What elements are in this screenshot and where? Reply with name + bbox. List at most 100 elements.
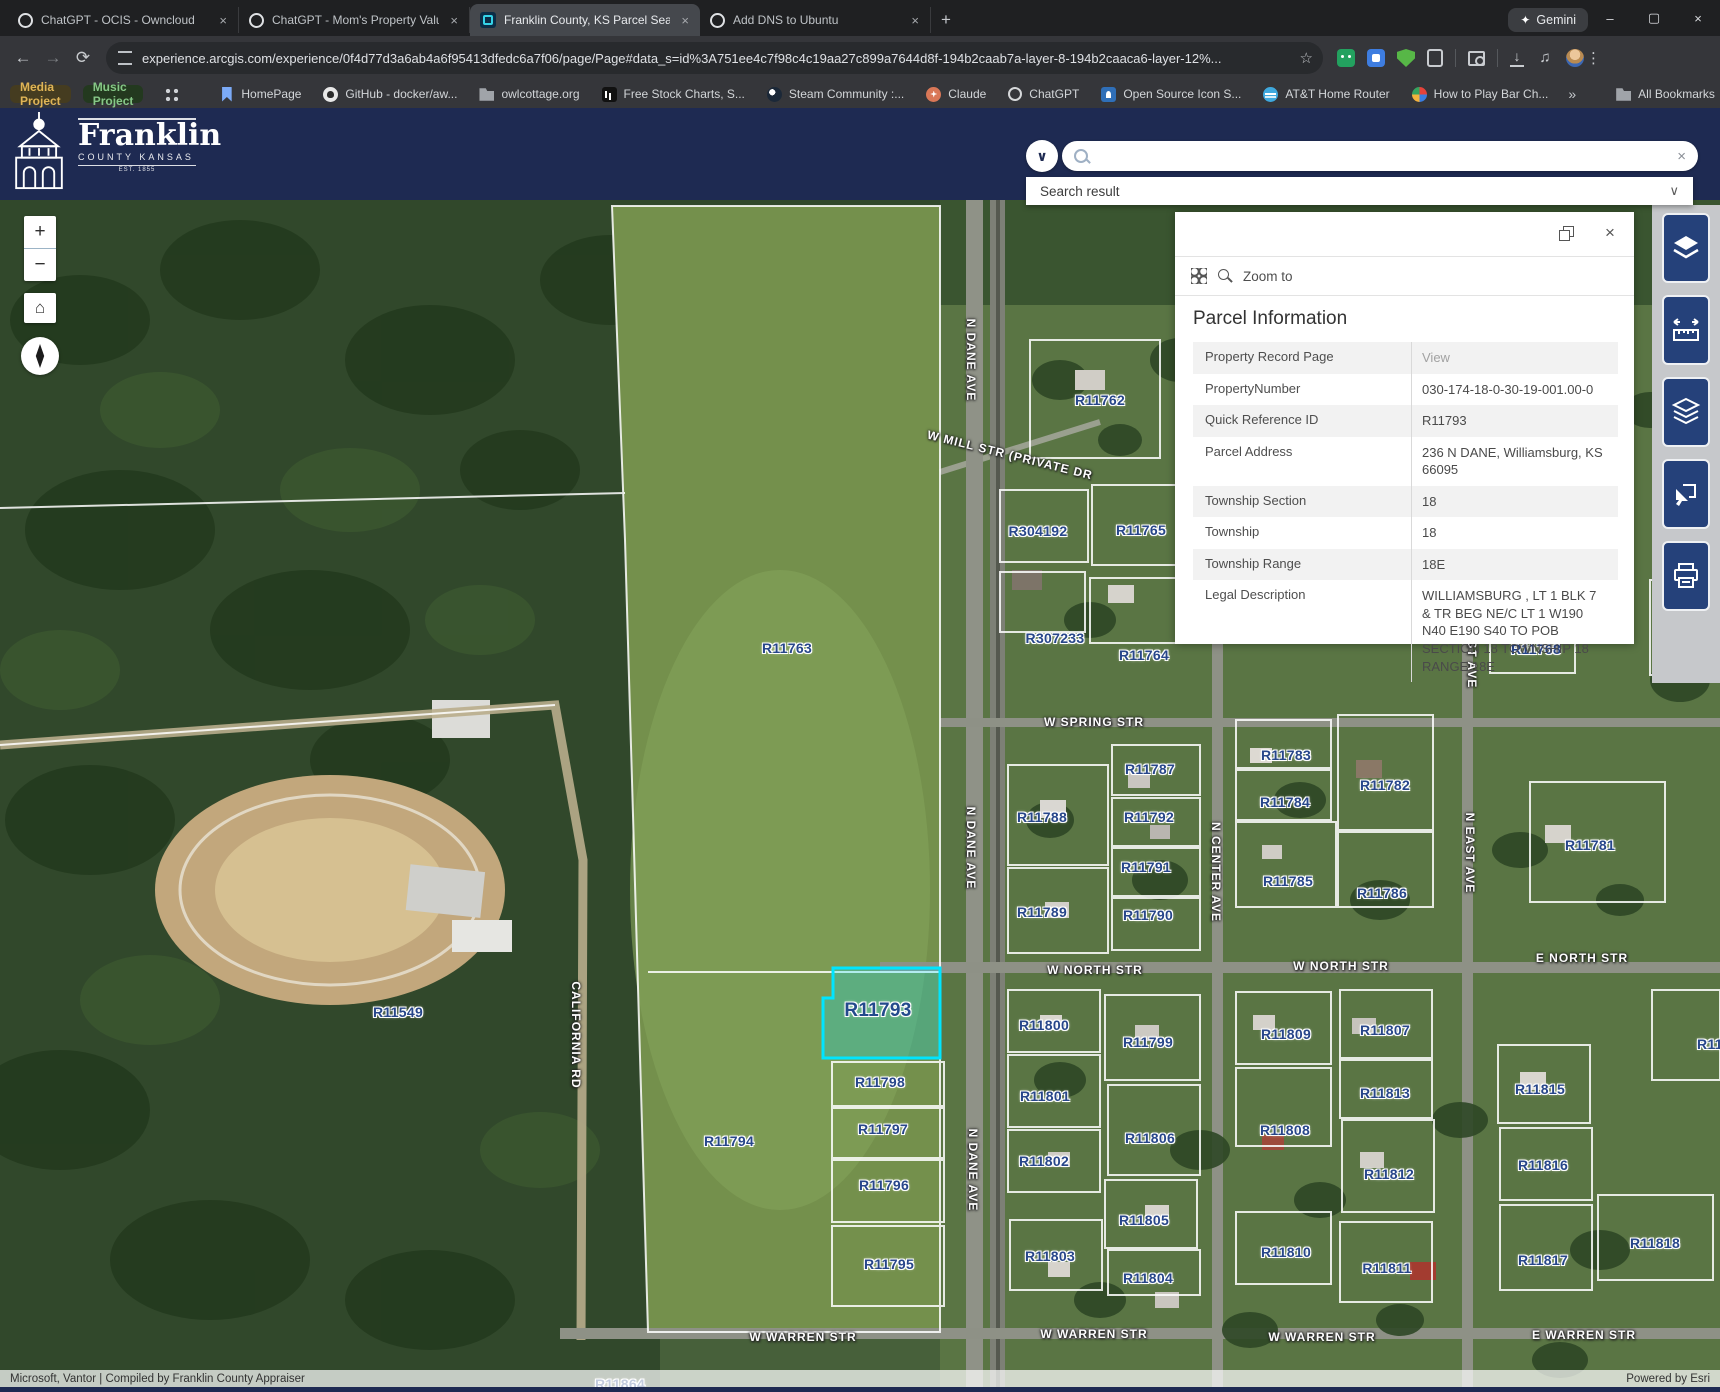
- compass-button[interactable]: [21, 337, 59, 375]
- zoom-to-button[interactable]: Zoom to: [1243, 269, 1293, 284]
- browser-tab[interactable]: Add DNS to Ubuntu ×: [700, 7, 931, 33]
- bookmark-favicon-icon: [602, 87, 617, 102]
- zoom-to-icon[interactable]: [1217, 268, 1233, 284]
- search-result-bar[interactable]: Search result ∨: [1026, 177, 1693, 205]
- apps-grid-icon[interactable]: [163, 86, 179, 102]
- reload-icon[interactable]: ⟳: [68, 48, 98, 68]
- search-bar[interactable]: ×: [1062, 141, 1698, 171]
- attribute-label: Township Section: [1193, 486, 1411, 518]
- dock-popup-icon[interactable]: [1559, 226, 1573, 240]
- new-tab-button[interactable]: +: [941, 10, 951, 30]
- site-info-icon[interactable]: [118, 51, 132, 65]
- close-popup-icon[interactable]: ×: [1603, 226, 1617, 240]
- address-bar[interactable]: experience.arcgis.com/experience/0f4d77d…: [106, 42, 1323, 74]
- chrome-menu-icon[interactable]: ⋮: [1586, 49, 1601, 67]
- extension-clipboard-icon[interactable]: [1427, 49, 1443, 67]
- layers-button[interactable]: [1662, 377, 1710, 447]
- browser-tab[interactable]: ChatGPT - Mom's Property Valu ×: [239, 7, 470, 33]
- attribute-label: Parcel Address: [1193, 437, 1411, 486]
- back-icon[interactable]: ←: [8, 48, 38, 68]
- bookmarks-overflow-icon[interactable]: »: [1568, 86, 1576, 102]
- tab-close-icon[interactable]: ×: [216, 13, 230, 28]
- tab-title: ChatGPT - Mom's Property Valu: [272, 13, 439, 27]
- bookmark-star-icon[interactable]: ☆: [1300, 49, 1313, 67]
- attribute-label: Legal Description: [1193, 580, 1411, 682]
- window-maximize-button[interactable]: ▢: [1632, 3, 1676, 33]
- table-row: Township Range 18E: [1193, 549, 1618, 581]
- bookmark-item[interactable]: Steam Community :...: [767, 87, 904, 102]
- search-input[interactable]: [1096, 148, 1677, 165]
- bookmark-item[interactable]: Open Source Icon S...: [1101, 87, 1241, 102]
- divider: [1497, 49, 1498, 67]
- downloads-icon[interactable]: ↓: [1510, 49, 1524, 67]
- browser-tab[interactable]: ChatGPT - OCIS - Owncloud ×: [8, 7, 239, 33]
- print-button[interactable]: [1662, 541, 1710, 611]
- table-row: Property Record Page View: [1193, 342, 1618, 374]
- select-state-button[interactable]: [1662, 459, 1710, 529]
- north-needle-icon: [34, 344, 46, 368]
- bookmark-item[interactable]: GitHub - docker/aw...: [323, 87, 457, 102]
- attribute-value: R11793: [1411, 405, 1618, 437]
- all-bookmarks-button[interactable]: All Bookmarks: [1616, 87, 1715, 102]
- table-row: Township 18: [1193, 517, 1618, 549]
- attribute-label: PropertyNumber: [1193, 374, 1411, 406]
- basemap-gallery-button[interactable]: [1662, 213, 1710, 283]
- extension-robot-icon[interactable]: [1337, 49, 1355, 67]
- tab-group-chip[interactable]: Media Project: [10, 85, 71, 103]
- bookmark-favicon-icon: [1412, 87, 1427, 102]
- bookmark-item[interactable]: Claude: [926, 87, 986, 102]
- search-clear-icon[interactable]: ×: [1677, 148, 1686, 165]
- zoom-in-button[interactable]: +: [24, 216, 56, 248]
- attribute-value: WILLIAMSBURG , LT 1 BLK 7 & TR BEG NE/C …: [1411, 580, 1618, 682]
- window-close-button[interactable]: ×: [1676, 3, 1720, 33]
- bookmark-item[interactable]: ChatGPT: [1008, 87, 1079, 101]
- franklin-county-logo: Franklin COUNTY KANSAS EST. 1855: [10, 112, 221, 190]
- table-row: Quick Reference ID R11793: [1193, 405, 1618, 437]
- bookmark-favicon-icon: [926, 87, 941, 102]
- extension-shield-icon[interactable]: [1397, 49, 1415, 67]
- bookmark-item[interactable]: Free Stock Charts, S...: [602, 87, 745, 102]
- parcel-attribute-table: Property Record Page View PropertyNumber…: [1193, 342, 1618, 682]
- browser-toolbar: ← → ⟳ experience.arcgis.com/experience/0…: [0, 36, 1720, 80]
- popup-title: Parcel Information: [1193, 308, 1618, 330]
- home-extent-button[interactable]: ⌂: [24, 293, 56, 323]
- attribute-label: Property Record Page: [1193, 342, 1411, 374]
- bookmark-item[interactable]: AT&T Home Router: [1263, 87, 1389, 102]
- search-result-label: Search result: [1040, 184, 1120, 199]
- extension-translate-icon[interactable]: [1367, 49, 1385, 67]
- actions-menu-icon[interactable]: [1191, 268, 1207, 284]
- chevron-down-icon[interactable]: ∨: [1669, 183, 1679, 199]
- bookmark-favicon-icon: [323, 87, 338, 102]
- search-tabs-icon[interactable]: [1468, 51, 1485, 66]
- gemini-button[interactable]: ✦ Gemini: [1508, 8, 1588, 32]
- tab-favicon-icon: [710, 13, 725, 28]
- attribution-text: Microsoft, Vantor | Compiled by Franklin…: [10, 1373, 305, 1385]
- attribute-value: 030-174-18-0-30-19-001.00-0: [1411, 374, 1618, 406]
- zoom-out-button[interactable]: −: [24, 249, 56, 281]
- browser-tab[interactable]: Franklin County, KS Parcel Searc ×: [470, 4, 700, 36]
- powered-by-esri[interactable]: Powered by Esri: [1626, 1373, 1710, 1385]
- profile-avatar[interactable]: [1566, 49, 1584, 67]
- measurement-button[interactable]: [1662, 295, 1710, 365]
- tab-title: ChatGPT - OCIS - Owncloud: [41, 13, 208, 27]
- search-icon: [1074, 149, 1088, 163]
- forward-icon[interactable]: →: [38, 48, 68, 68]
- search-options-button[interactable]: ∨: [1026, 140, 1058, 172]
- window-minimize-button[interactable]: –: [1588, 3, 1632, 33]
- table-row: PropertyNumber 030-174-18-0-30-19-001.00…: [1193, 374, 1618, 406]
- tab-close-icon[interactable]: ×: [908, 13, 922, 28]
- tab-group-chip[interactable]: Music Project: [83, 85, 144, 103]
- tab-favicon-icon: [249, 13, 264, 28]
- tab-close-icon[interactable]: ×: [447, 13, 461, 28]
- tab-close-icon[interactable]: ×: [678, 13, 692, 28]
- table-row: Legal Description WILLIAMSBURG , LT 1 BL…: [1193, 580, 1618, 682]
- bookmark-item[interactable]: How to Play Bar Ch...: [1412, 87, 1549, 102]
- courthouse-icon: [10, 112, 68, 190]
- bookmark-item[interactable]: HomePage: [219, 87, 301, 102]
- tab-title: Franklin County, KS Parcel Searc: [504, 13, 670, 27]
- table-row: Parcel Address 236 N DANE, Williamsburg,…: [1193, 437, 1618, 486]
- bookmark-item[interactable]: owlcottage.org: [479, 87, 579, 102]
- attribute-value: View: [1411, 342, 1618, 374]
- bookmarks-bar: Media Project Music Project HomePage GitH…: [0, 80, 1720, 108]
- media-playlist-icon[interactable]: ♫: [1536, 49, 1554, 67]
